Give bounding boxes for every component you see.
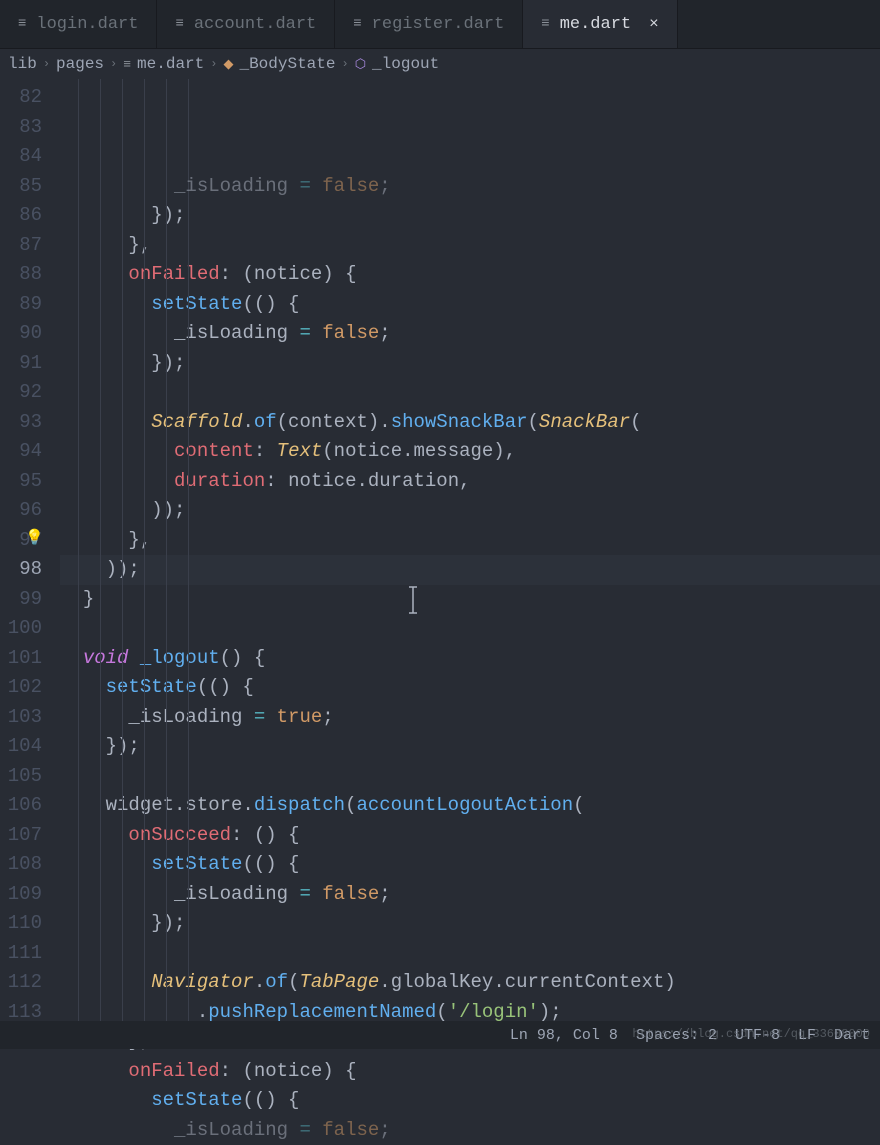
code-line[interactable]: }); (60, 909, 880, 939)
breadcrumb-item[interactable]: _BodyState (239, 55, 335, 73)
class-icon: ◆ (223, 57, 233, 72)
cursor-position[interactable]: Ln 98, Col 8 (510, 1027, 618, 1044)
code-line[interactable]: _isLoading = false; (60, 880, 880, 910)
code-line[interactable]: } (60, 585, 880, 615)
tab-label: me.dart (560, 15, 631, 34)
chevron-right-icon: › (341, 57, 348, 71)
watermark-text: https://blog.csdn.net/qq_33608000 (632, 1027, 870, 1041)
chevron-right-icon: › (110, 57, 117, 71)
line-number: 95 (0, 467, 42, 497)
line-number: 96 (0, 496, 42, 526)
code-line[interactable] (60, 614, 880, 644)
line-number: 103 (0, 703, 42, 733)
code-line[interactable] (60, 378, 880, 408)
line-number: 83 (0, 113, 42, 143)
code-line[interactable]: setState(() { (60, 673, 880, 703)
breadcrumb-item[interactable]: lib (8, 55, 37, 73)
chevron-right-icon: › (43, 57, 50, 71)
line-number: 86 (0, 201, 42, 231)
code-editor[interactable]: 8283848586878889909192939495969798991001… (0, 79, 880, 1021)
code-line[interactable]: }, (60, 526, 880, 556)
breadcrumb-item[interactable]: me.dart (137, 55, 204, 73)
code-line[interactable]: onFailed: (notice) { (60, 1057, 880, 1087)
code-line[interactable]: duration: notice.duration, (60, 467, 880, 497)
code-line[interactable] (60, 762, 880, 792)
method-icon: ⬡ (355, 57, 366, 72)
code-content[interactable]: _isLoading = false; }); }, onFailed: (no… (60, 79, 880, 1021)
line-number: 109 (0, 880, 42, 910)
breadcrumb-item[interactable]: _logout (372, 55, 439, 73)
line-number: 98 (0, 555, 42, 585)
line-number: 91 (0, 349, 42, 379)
code-line[interactable]: }, (60, 231, 880, 261)
code-line[interactable]: )); (60, 555, 880, 585)
code-line[interactable]: setState(() { (60, 850, 880, 880)
line-number: 104 (0, 732, 42, 762)
close-icon[interactable]: × (649, 15, 659, 33)
code-line[interactable]: widget.store.dispatch(accountLogoutActio… (60, 791, 880, 821)
line-number: 82 (0, 83, 42, 113)
line-number: 112 (0, 968, 42, 998)
breadcrumb: lib › pages › ≡ me.dart › ◆ _BodyState ›… (0, 49, 880, 79)
chevron-right-icon: › (210, 57, 217, 71)
code-line[interactable]: void _logout() { (60, 644, 880, 674)
tab-label: account.dart (194, 15, 316, 34)
breadcrumb-item[interactable]: pages (56, 55, 104, 73)
line-number: 107 (0, 821, 42, 851)
file-icon: ≡ (123, 57, 131, 72)
line-number: 106 (0, 791, 42, 821)
code-line[interactable]: }); (60, 732, 880, 762)
tab-login[interactable]: ≡ login.dart (0, 0, 157, 48)
line-number: 93 (0, 408, 42, 438)
line-number: 85 (0, 172, 42, 202)
line-number: 89 (0, 290, 42, 320)
code-line[interactable]: onSucceed: () { (60, 821, 880, 851)
code-line[interactable]: _isLoading = false; (60, 319, 880, 349)
file-icon: ≡ (353, 16, 361, 32)
line-number: 102 (0, 673, 42, 703)
code-line[interactable]: _isLoading = false; (60, 172, 880, 202)
editor-tabs: ≡ login.dart ≡ account.dart ≡ register.d… (0, 0, 880, 49)
code-line[interactable]: onFailed: (notice) { (60, 260, 880, 290)
line-number: 84 (0, 142, 42, 172)
code-line[interactable]: }); (60, 201, 880, 231)
line-number: 94 (0, 437, 42, 467)
line-number: 101 (0, 644, 42, 674)
code-line[interactable]: }); (60, 349, 880, 379)
line-number: 110 (0, 909, 42, 939)
code-line[interactable]: content: Text(notice.message), (60, 437, 880, 467)
code-line[interactable] (60, 939, 880, 969)
line-number: 108 (0, 850, 42, 880)
tab-account[interactable]: ≡ account.dart (157, 0, 335, 48)
line-number: 88 (0, 260, 42, 290)
line-number: 92 (0, 378, 42, 408)
code-line[interactable]: Navigator.of(TabPage.globalKey.currentCo… (60, 968, 880, 998)
code-line[interactable]: setState(() { (60, 290, 880, 320)
code-line[interactable]: _isLoading = true; (60, 703, 880, 733)
code-line[interactable]: Scaffold.of(context).showSnackBar(SnackB… (60, 408, 880, 438)
line-number: 90 (0, 319, 42, 349)
line-gutter: 8283848586878889909192939495969798991001… (0, 79, 60, 1021)
line-number: 100 (0, 614, 42, 644)
file-icon: ≡ (541, 16, 549, 32)
code-line[interactable]: _isLoading = false; (60, 1116, 880, 1145)
code-line[interactable]: setState(() { (60, 1086, 880, 1116)
line-number: 111 (0, 939, 42, 969)
tab-label: login.dart (36, 15, 138, 34)
file-icon: ≡ (18, 16, 26, 32)
line-number: 105 (0, 762, 42, 792)
line-number: 99 (0, 585, 42, 615)
file-icon: ≡ (175, 16, 183, 32)
line-number: 87 (0, 231, 42, 261)
tab-label: register.dart (372, 15, 505, 34)
lightbulb-icon[interactable]: 💡 (25, 528, 44, 547)
tab-me[interactable]: ≡ me.dart × (523, 0, 677, 48)
code-line[interactable]: )); (60, 496, 880, 526)
tab-register[interactable]: ≡ register.dart (335, 0, 523, 48)
